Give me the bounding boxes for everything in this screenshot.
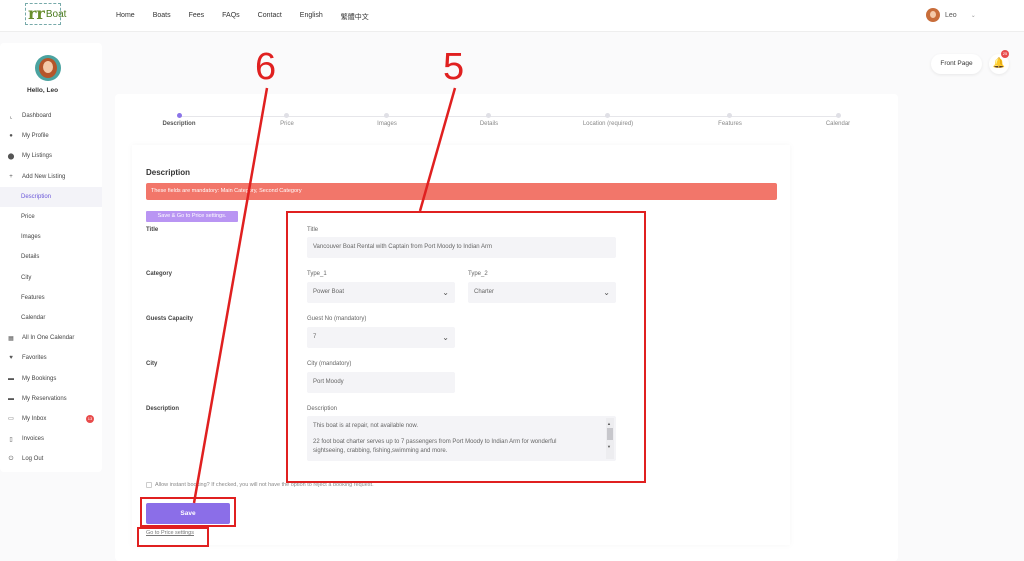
arrow-5-line xyxy=(418,87,457,212)
arrow-6-line xyxy=(192,87,269,504)
annotation-number-6: 6 xyxy=(255,46,277,88)
annotation-number-5: 5 xyxy=(443,46,465,88)
annotation-arrows xyxy=(192,87,457,504)
